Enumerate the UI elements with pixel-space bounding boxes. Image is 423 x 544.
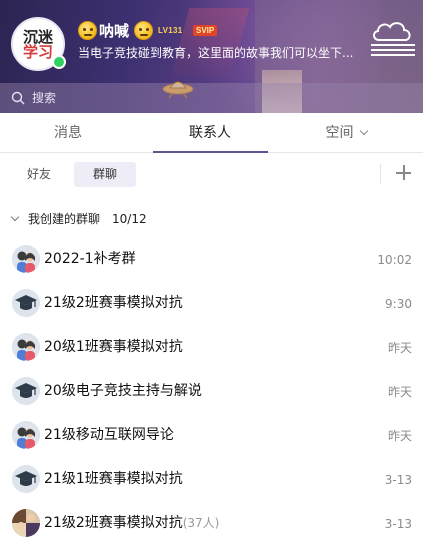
- add-icon[interactable]: [395, 164, 413, 182]
- divider: [380, 164, 381, 184]
- tab-space-label: 空间: [325, 125, 354, 141]
- people-avatar-icon: [12, 245, 40, 273]
- group-name: 21级2班赛事模拟对抗(37人): [44, 513, 219, 533]
- list-item[interactable]: 21级2班赛事模拟对抗 9:30: [0, 283, 423, 327]
- group-name: 2022-1补考群: [44, 251, 136, 267]
- group-name: 20级电子竞技主持与解说: [44, 383, 202, 399]
- tab-contacts[interactable]: 联系人: [160, 113, 260, 153]
- group-time: 10:02: [377, 253, 412, 267]
- main-tabs: 消息 联系人 空间: [0, 113, 423, 153]
- list-item[interactable]: 21级移动互联网导论 昨天: [0, 415, 423, 459]
- list-item[interactable]: 21级1班赛事模拟对抗 3-13: [0, 459, 423, 503]
- chevron-down-icon: [10, 212, 20, 222]
- group-name: 21级2班赛事模拟对抗: [44, 295, 183, 311]
- group-time: 3-13: [384, 517, 412, 531]
- level-badge: LV131: [158, 26, 183, 35]
- member-count: (37人): [182, 516, 220, 530]
- group-name: 20级1班赛事模拟对抗: [44, 339, 183, 355]
- section-count: 10/12: [112, 212, 147, 226]
- graduation-cap-avatar-icon: [12, 465, 40, 493]
- active-tab-indicator: [153, 151, 268, 153]
- group-time: 3-13: [384, 473, 412, 487]
- section-title: 我创建的群聊: [28, 212, 101, 226]
- list-item[interactable]: 20级1班赛事模拟对抗 昨天: [0, 327, 423, 371]
- people-avatar-icon: [12, 421, 40, 449]
- online-status-icon: [52, 55, 66, 69]
- cloud-weather-icon[interactable]: [369, 18, 417, 58]
- profile-header: 沉迷 学习 呐喊 LV131 SVIP 当电子竞技碰到教育，这里面的故事我们可以…: [0, 0, 423, 113]
- photo-avatar-icon: [12, 509, 40, 537]
- group-name: 21级移动互联网导论: [44, 427, 174, 443]
- subtab-groups[interactable]: 群聊: [74, 162, 136, 187]
- group-name-text: 21级2班赛事模拟对抗: [44, 515, 183, 531]
- list-item[interactable]: 2022-1补考群 10:02: [0, 239, 423, 283]
- group-time: 昨天: [387, 429, 412, 443]
- vip-badge: SVIP: [193, 25, 218, 36]
- chevron-down-icon: [359, 126, 368, 136]
- group-time: 昨天: [387, 385, 412, 399]
- search-icon: [11, 91, 25, 105]
- emoji-face-icon: [134, 21, 153, 40]
- search-placeholder: 搜索: [32, 91, 57, 105]
- subtab-friends[interactable]: 好友: [14, 162, 64, 187]
- graduation-cap-avatar-icon: [12, 377, 40, 405]
- emoji-face-icon: [78, 21, 97, 40]
- list-item[interactable]: 20级电子竞技主持与解说 昨天: [0, 371, 423, 415]
- group-time: 昨天: [387, 341, 412, 355]
- tab-messages[interactable]: 消息: [18, 113, 118, 153]
- user-nickname[interactable]: 呐喊: [99, 21, 129, 41]
- group-name: 21级1班赛事模拟对抗: [44, 471, 183, 487]
- people-avatar-icon: [12, 333, 40, 361]
- group-time: 9:30: [385, 297, 412, 311]
- tab-space[interactable]: 空间: [296, 113, 396, 153]
- list-item[interactable]: 21级2班赛事模拟对抗(37人) 3-13: [0, 503, 423, 544]
- group-section-header[interactable]: 我创建的群聊 10/12: [0, 208, 423, 232]
- user-signature[interactable]: 当电子竞技碰到教育，这里面的故事我们可以坐下...: [78, 45, 358, 62]
- contact-subtabs: 好友 群聊: [0, 154, 423, 194]
- search-bar[interactable]: 搜索: [0, 83, 423, 113]
- graduation-cap-avatar-icon: [12, 289, 40, 317]
